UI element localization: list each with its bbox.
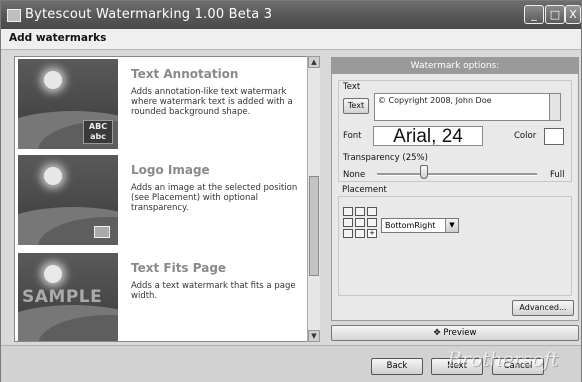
abc-badge-icon: ABC abc	[83, 120, 113, 144]
color-label: Color	[514, 131, 537, 141]
placement-label: Placement	[342, 185, 387, 195]
page-title: Add watermarks	[9, 32, 107, 44]
logo-image-thumbnail	[18, 155, 118, 245]
back-button[interactable]: Back	[371, 358, 423, 375]
placement-cell-top-right[interactable]	[367, 207, 377, 216]
item-description: Adds annotation-like text watermark wher…	[131, 87, 293, 117]
scroll-up-icon[interactable]: ▲	[308, 56, 320, 68]
scroll-down-icon[interactable]: ▼	[308, 330, 320, 342]
item-title: Logo Image	[131, 163, 210, 177]
slider-max-label: Full	[550, 170, 565, 180]
placement-group: + BottomRight ▼	[338, 196, 572, 296]
site-watermark-logo: Brothersoft	[447, 347, 558, 371]
minimize-button[interactable]: _	[524, 5, 544, 24]
text-fits-page-thumbnail: SAMPLE	[18, 253, 118, 341]
text-button[interactable]: Text	[343, 98, 369, 114]
wizard-header: Add watermarks	[1, 29, 581, 50]
watermark-text-input[interactable]: © Copyright 2008, John Doe	[374, 93, 550, 121]
color-swatch[interactable]	[544, 128, 564, 145]
watermark-type-list[interactable]: ABC abc Text Annotation Adds annotation-…	[14, 56, 318, 342]
font-label: Font	[343, 131, 362, 141]
preview-button[interactable]: ✥ Preview	[331, 325, 579, 341]
app-icon	[7, 9, 21, 22]
transparency-label: Transparency (25%)	[343, 153, 428, 163]
preview-button-label: Preview	[443, 328, 477, 338]
options-header: Watermark options:	[332, 58, 578, 74]
placement-cell-middle-right[interactable]	[367, 218, 377, 227]
text-group: Text Text © Copyright 2008, John Doe Fon…	[338, 80, 572, 182]
list-item-logo-image[interactable]: Logo Image Adds an image at the selected…	[17, 155, 307, 247]
list-item-text-fits-page[interactable]: SAMPLE Text Fits Page Adds a text waterm…	[17, 253, 307, 341]
sun-shape	[44, 265, 62, 283]
placement-cell-top-left[interactable]	[343, 207, 353, 216]
transparency-slider-handle[interactable]	[420, 165, 428, 179]
placement-cell-center[interactable]	[355, 218, 365, 227]
text-annotation-thumbnail: ABC abc	[18, 59, 118, 149]
chevron-down-icon[interactable]: ▼	[445, 219, 458, 232]
title-bar: Bytescout Watermarking 1.00 Beta 3 _ □ X	[1, 1, 581, 29]
placement-cell-top-center[interactable]	[355, 207, 365, 216]
slider-min-label: None	[343, 170, 366, 180]
placement-select-value: BottomRight	[385, 221, 436, 230]
placement-cell-bottom-center[interactable]	[355, 229, 365, 238]
window-title: Bytescout Watermarking 1.00 Beta 3	[25, 7, 273, 22]
placement-cell-bottom-left[interactable]	[343, 229, 353, 238]
maximize-button[interactable]: □	[545, 5, 565, 24]
text-input-scrollbar[interactable]	[550, 93, 561, 121]
placement-cell-middle-left[interactable]	[343, 218, 353, 227]
list-scrollbar[interactable]: ▲ ▼	[307, 56, 320, 342]
preview-icon: ✥	[433, 328, 441, 338]
close-button[interactable]: X	[565, 5, 581, 24]
badge-line: abc	[90, 132, 106, 141]
transparency-slider[interactable]	[377, 173, 537, 176]
placement-select[interactable]: BottomRight ▼	[381, 218, 459, 233]
watermark-options-panel: Watermark options: Text Text © Copyright…	[331, 57, 579, 321]
logo-icon	[94, 226, 110, 238]
list-item-text-annotation[interactable]: ABC abc Text Annotation Adds annotation-…	[17, 59, 307, 151]
advanced-button[interactable]: Advanced...	[512, 300, 574, 316]
item-title: Text Annotation	[131, 67, 239, 81]
font-preview-field[interactable]: Arial, 24	[373, 126, 483, 146]
placement-grid: +	[343, 207, 381, 243]
placement-cell-bottom-right[interactable]: +	[367, 229, 377, 238]
sample-overlay-text: SAMPLE	[22, 287, 103, 307]
badge-line: ABC	[88, 122, 108, 131]
item-title: Text Fits Page	[131, 261, 227, 275]
app-window: Bytescout Watermarking 1.00 Beta 3 _ □ X…	[0, 0, 582, 382]
scroll-thumb[interactable]	[309, 176, 319, 276]
text-group-label: Text	[343, 82, 361, 92]
item-description: Adds a text watermark that fits a page w…	[131, 281, 296, 301]
sun-shape	[44, 167, 62, 185]
sun-shape	[44, 71, 62, 89]
item-description: Adds an image at the selected position (…	[131, 183, 298, 213]
